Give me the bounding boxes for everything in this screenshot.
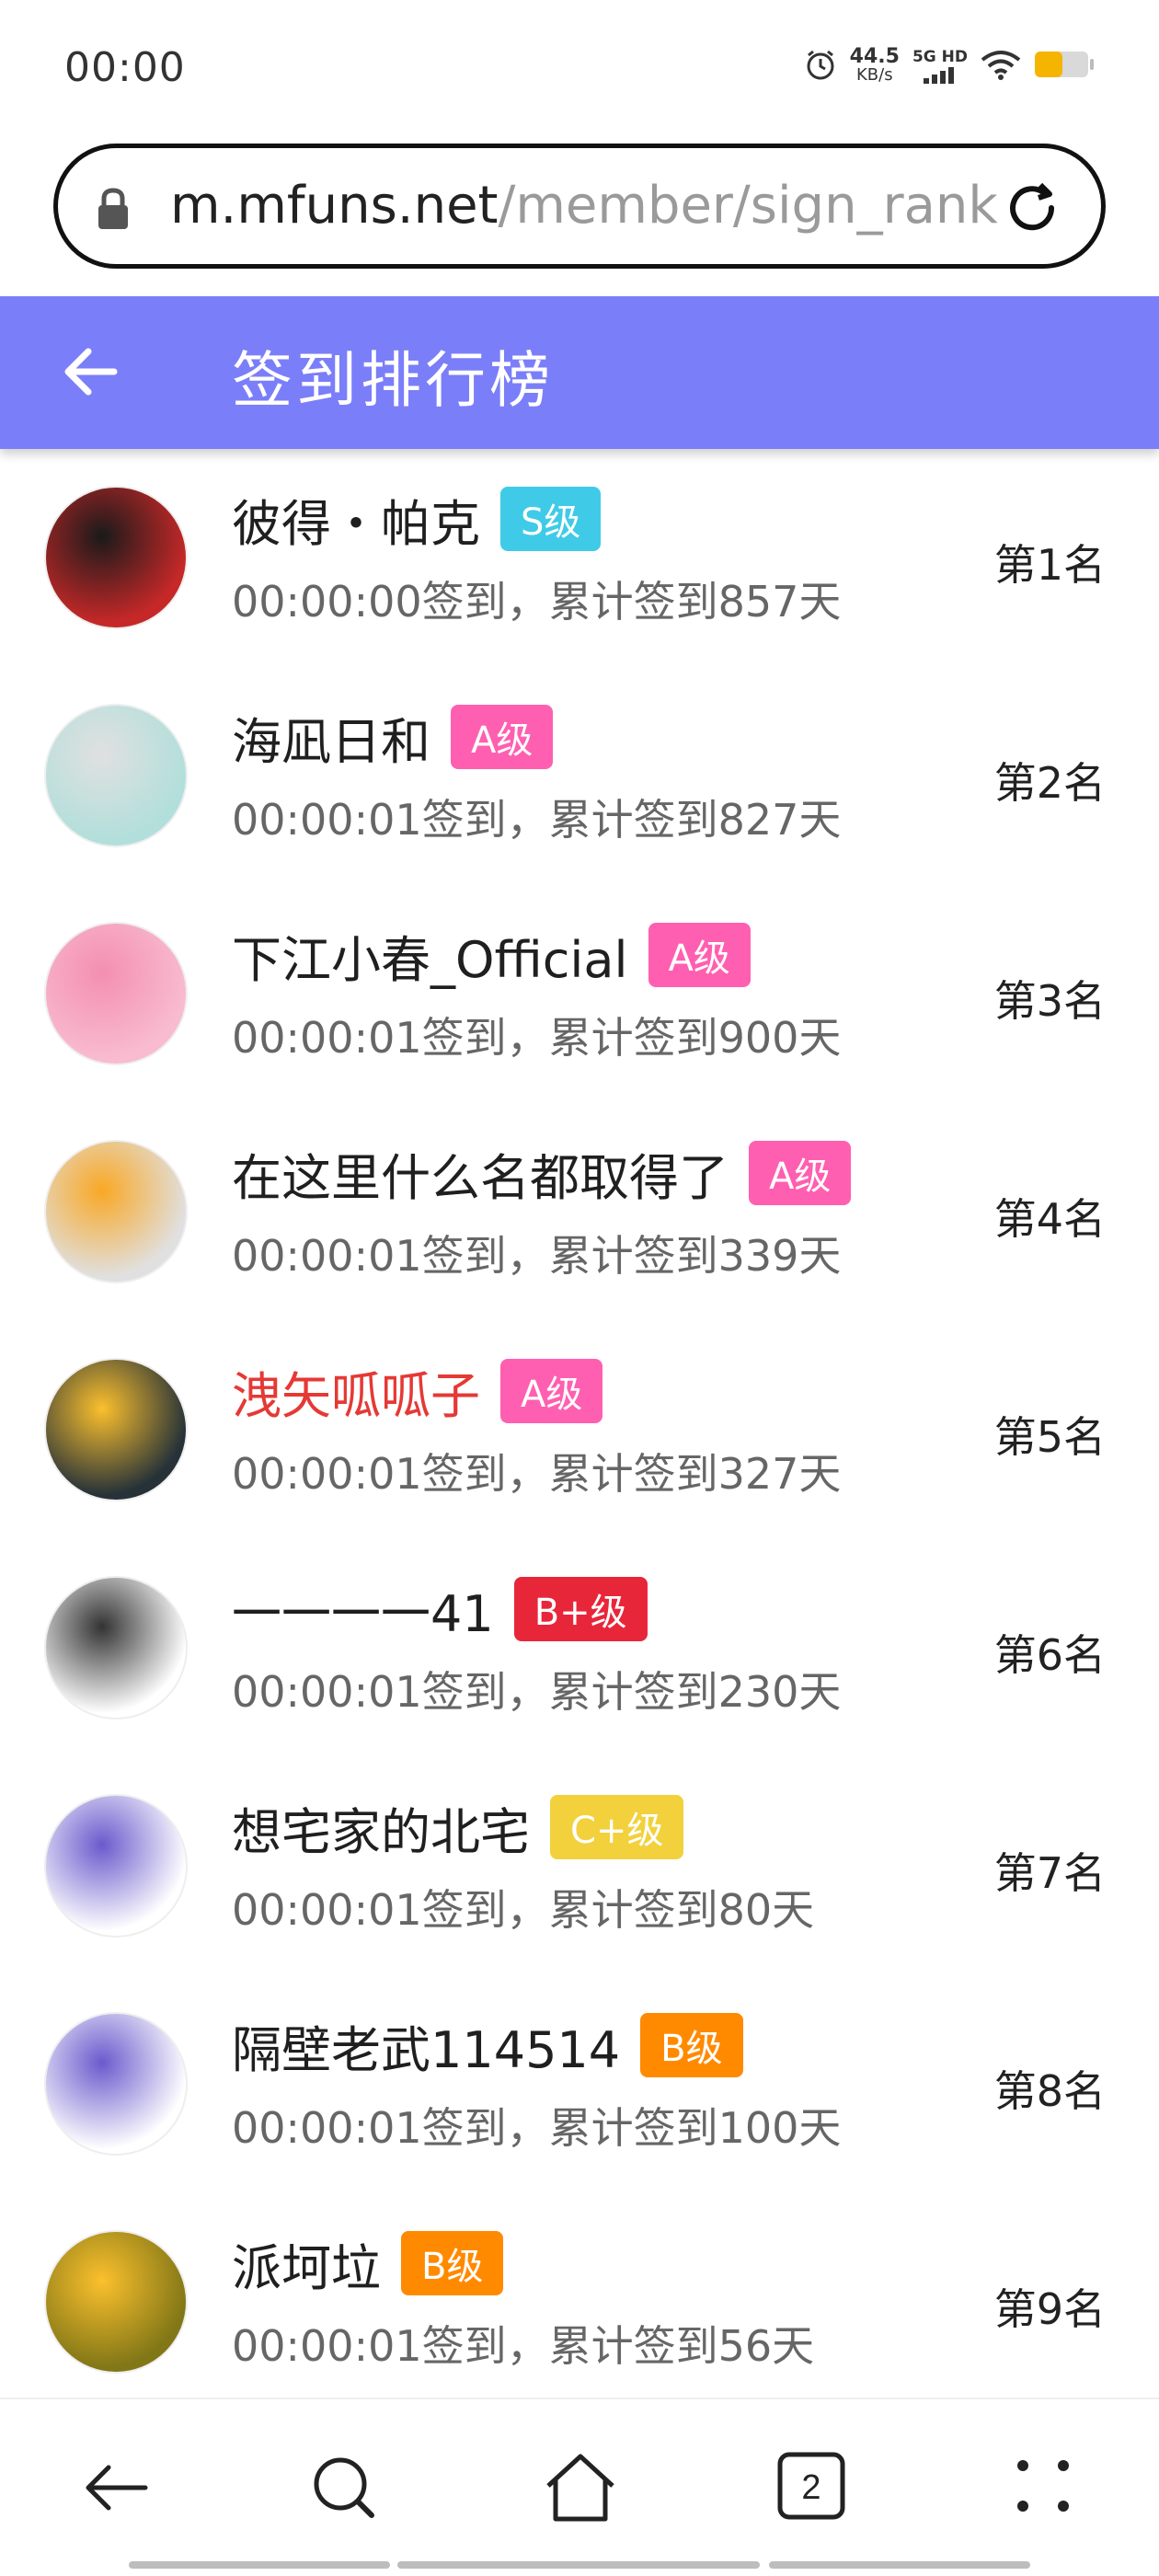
level-badge: A级 — [500, 1359, 603, 1423]
avatar[interactable] — [44, 2012, 188, 2156]
rank-row[interactable]: 一一一一41 B+级 00:00:01签到，累计签到230天 第6名 — [0, 1539, 1159, 1757]
level-badge: A级 — [451, 705, 554, 769]
battery-icon — [1034, 51, 1095, 82]
user-name[interactable]: 海凪日和 — [232, 701, 430, 774]
rank-row[interactable]: 在这里什么名都取得了 A级 00:00:01签到，累计签到339天 第4名 — [0, 1103, 1159, 1321]
url-text[interactable]: m.mfuns.net/member/sign_rank — [170, 176, 998, 236]
status-icons: 44.5 KB/s 5G HD — [804, 45, 1095, 85]
rank-label: 第9名 — [993, 2284, 1106, 2334]
avatar[interactable] — [44, 486, 188, 629]
sign-info: 00:00:01签到，累计签到230天 — [232, 1667, 842, 1717]
user-name[interactable]: 彼得・帕克 — [232, 483, 480, 556]
user-name[interactable]: 一一一一41 — [232, 1573, 494, 1646]
lock-icon — [95, 187, 132, 235]
name-line: 一一一一41 B+级 — [232, 1574, 648, 1644]
rank-row[interactable]: 隔壁老武114514 B级 00:00:01签到，累计签到100天 第8名 — [0, 1975, 1159, 2193]
avatar[interactable] — [44, 1358, 188, 1501]
status-bar: 00:00 44.5 KB/s 5G HD — [0, 0, 1159, 138]
level-badge: B级 — [640, 2013, 743, 2077]
name-line: 想宅家的北宅 C+级 — [232, 1791, 684, 1864]
name-line: 隔壁老武114514 B级 — [232, 2010, 743, 2080]
level-badge: B+级 — [513, 1577, 648, 1641]
signal-icon: 5G HD — [912, 49, 968, 84]
alarm-icon — [804, 48, 837, 85]
rank-label: 第7名 — [993, 1848, 1106, 1898]
url-domain: m.mfuns.net — [170, 176, 499, 236]
user-name[interactable]: 洩矢呱呱子 — [232, 1355, 480, 1428]
rank-row[interactable]: 想宅家的北宅 C+级 00:00:01签到，累计签到80天 第7名 — [0, 1757, 1159, 1975]
rank-label: 第8名 — [993, 2066, 1106, 2116]
level-badge: A级 — [749, 1141, 852, 1205]
rank-label: 第1名 — [993, 540, 1106, 590]
menu-icon[interactable] — [1008, 2451, 1078, 2524]
name-line: 在这里什么名都取得了 A级 — [232, 1137, 852, 1210]
level-badge: C+级 — [550, 1795, 684, 1859]
sign-info: 00:00:01签到，累计签到80天 — [232, 1885, 815, 1935]
name-line: 派坷垃 B级 — [232, 2227, 504, 2300]
sign-info: 00:00:01签到，累计签到56天 — [232, 2321, 815, 2371]
search-icon[interactable] — [307, 2451, 381, 2528]
rank-label: 第6名 — [993, 1630, 1106, 1680]
sign-info: 00:00:01签到，累计签到339天 — [232, 1231, 842, 1281]
user-name[interactable]: 在这里什么名都取得了 — [232, 1137, 729, 1210]
rank-label: 第4名 — [993, 1194, 1106, 1244]
name-line: 海凪日和 A级 — [232, 701, 554, 774]
network-tag: 5G HD — [912, 48, 968, 66]
user-name[interactable]: 隔壁老武114514 — [232, 2009, 620, 2082]
avatar[interactable] — [44, 922, 188, 1065]
avatar[interactable] — [44, 704, 188, 847]
net-speed-value: 44.5 — [849, 45, 900, 68]
sign-info: 00:00:01签到，累计签到327天 — [232, 1449, 842, 1499]
user-name[interactable]: 想宅家的北宅 — [232, 1791, 530, 1864]
net-speed-unit: KB/s — [856, 65, 893, 85]
home-indicator-right — [769, 2561, 1030, 2569]
url-bar[interactable]: m.mfuns.net/member/sign_rank — [53, 144, 1106, 269]
sign-info: 00:00:01签到，累计签到900天 — [232, 1013, 842, 1063]
rank-row[interactable]: 彼得・帕克 S级 00:00:00签到，累计签到857天 第1名 — [0, 449, 1159, 667]
sign-info: 00:00:01签到，累计签到100天 — [232, 2103, 842, 2153]
sign-info: 00:00:00签到，累计签到857天 — [232, 577, 842, 627]
name-line: 彼得・帕克 S级 — [232, 483, 602, 556]
rank-row[interactable]: 洩矢呱呱子 A级 00:00:01签到，累计签到327天 第5名 — [0, 1321, 1159, 1539]
avatar[interactable] — [44, 1576, 188, 1719]
tab-count: 2 — [801, 2468, 820, 2507]
page-title: 签到排行榜 — [232, 345, 554, 416]
sign-info: 00:00:01签到，累计签到827天 — [232, 795, 842, 845]
home-indicator-center — [397, 2561, 760, 2569]
avatar[interactable] — [44, 1140, 188, 1283]
bottom-nav: 2 — [0, 2398, 1159, 2576]
tabs-icon[interactable]: 2 — [776, 2451, 846, 2524]
avatar[interactable] — [44, 2230, 188, 2374]
back-icon[interactable] — [79, 2451, 153, 2528]
rank-row[interactable]: 海凪日和 A级 00:00:01签到，累计签到827天 第2名 — [0, 667, 1159, 885]
level-badge: B级 — [401, 2231, 504, 2295]
user-name[interactable]: 下江小春_Official — [232, 919, 628, 992]
home-indicator-left — [129, 2561, 390, 2569]
url-path: /member/sign_rank — [498, 176, 998, 236]
app-header: 签到排行榜 — [0, 296, 1159, 449]
home-icon[interactable] — [543, 2451, 618, 2528]
rank-label: 第3名 — [993, 976, 1106, 1026]
wifi-icon — [981, 49, 1021, 84]
avatar[interactable] — [44, 1794, 188, 1938]
reload-icon[interactable] — [1002, 178, 1062, 242]
rank-row[interactable]: 派坷垃 B级 00:00:01签到，累计签到56天 第9名 — [0, 2193, 1159, 2411]
rank-row[interactable]: 下江小春_Official A级 00:00:01签到，累计签到900天 第3名 — [0, 885, 1159, 1103]
rank-label: 第5名 — [993, 1412, 1106, 1462]
status-time: 00:00 — [64, 44, 186, 91]
level-badge: A级 — [648, 923, 751, 987]
name-line: 下江小春_Official A级 — [232, 920, 751, 990]
rank-label: 第2名 — [993, 758, 1106, 808]
user-name[interactable]: 派坷垃 — [232, 2227, 381, 2300]
level-badge: S级 — [500, 487, 602, 551]
back-arrow-icon[interactable] — [61, 344, 120, 403]
net-speed: 44.5 KB/s — [849, 45, 900, 85]
name-line: 洩矢呱呱子 A级 — [232, 1355, 603, 1428]
